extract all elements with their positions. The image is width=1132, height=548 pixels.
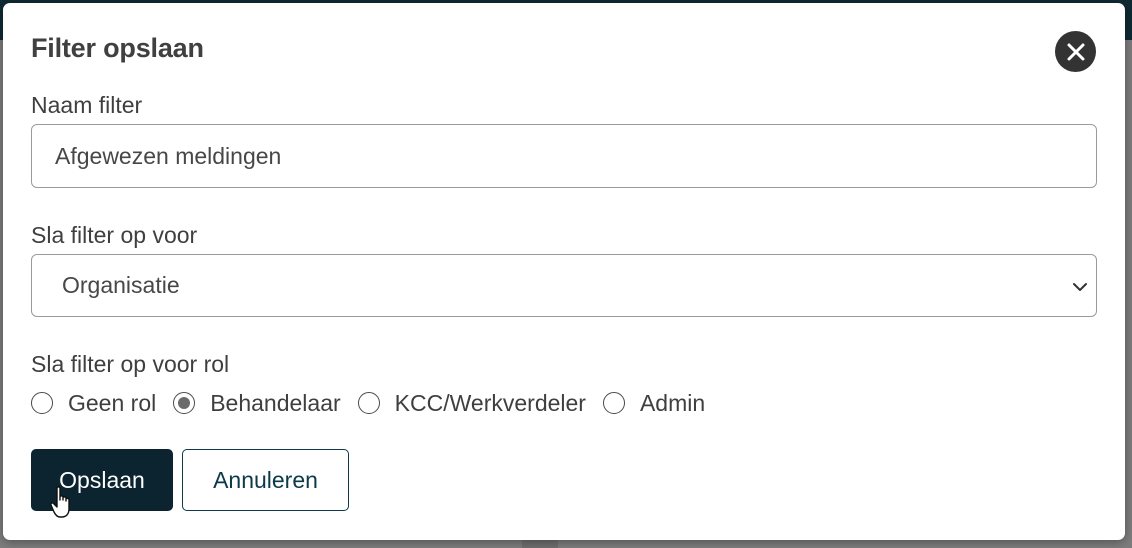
radio-selected-dot — [178, 397, 191, 409]
radio-label: Behandelaar — [210, 389, 341, 416]
radio-kcc-werkverdeler[interactable]: KCC/Werkverdeler — [357, 389, 586, 417]
cancel-button[interactable]: Annuleren — [182, 449, 349, 511]
chevron-down-icon — [1073, 283, 1087, 291]
filter-name-input[interactable] — [31, 124, 1097, 188]
background-divider — [522, 540, 558, 548]
role-radio-group: Geen rol Behandelaar KCC/Werkverdeler Ad… — [31, 387, 722, 419]
save-for-label: Sla filter op voor — [31, 222, 198, 248]
name-field-label: Naam filter — [31, 92, 143, 118]
radio-behandelaar[interactable]: Behandelaar — [173, 389, 341, 417]
radio-label: Geen rol — [68, 389, 157, 416]
radio-label: KCC/Werkverdeler — [394, 389, 586, 416]
radio-button-selected[interactable] — [173, 392, 196, 414]
hand-pointer-icon — [50, 486, 70, 518]
close-button[interactable] — [1055, 31, 1096, 72]
dialog-title: Filter opslaan — [31, 33, 204, 63]
role-label: Sla filter op voor rol — [31, 351, 230, 377]
radio-button[interactable] — [31, 392, 53, 414]
save-for-selected-value: Organisatie — [62, 272, 180, 298]
save-filter-dialog: Filter opslaan Naam filter Sla filter op… — [3, 3, 1125, 540]
save-for-select[interactable]: Organisatie — [31, 254, 1097, 317]
radio-geen-rol[interactable]: Geen rol — [31, 390, 156, 417]
radio-admin[interactable]: Admin — [602, 389, 706, 417]
radio-button[interactable] — [357, 392, 380, 414]
close-icon — [1067, 43, 1084, 60]
radio-label: Admin — [639, 389, 706, 416]
radio-button[interactable] — [602, 392, 625, 414]
